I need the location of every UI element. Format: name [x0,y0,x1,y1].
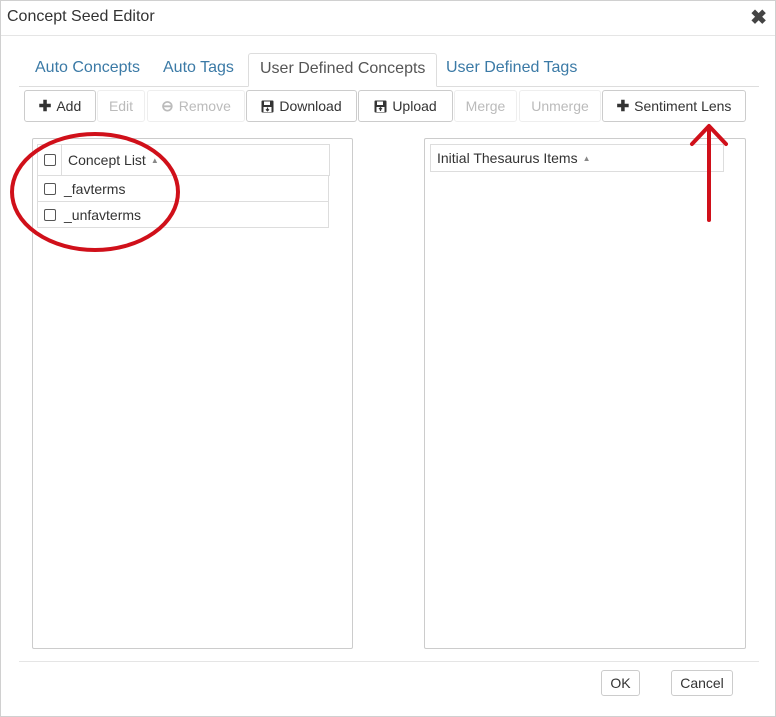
concept-seed-editor-dialog: Concept Seed Editor ✖ Auto Concepts Auto… [0,0,776,717]
upload-button-label: Upload [392,98,437,114]
sort-ascending-icon: ▲ [582,153,591,163]
merge-button[interactable]: Merge [454,90,517,122]
minus-circle-icon: ⊖ [161,98,174,115]
download-icon [261,100,274,113]
row-checkbox-cell [38,202,62,227]
tab-auto-concepts[interactable]: Auto Concepts [24,53,151,85]
upload-button[interactable]: Upload [358,90,453,122]
select-all-checkbox-cell [38,145,62,175]
tab-user-defined-concepts[interactable]: User Defined Concepts [248,53,438,87]
plus-icon: ✚ [38,98,52,115]
list-item[interactable]: _favterms [37,176,329,202]
concept-list-header[interactable]: Concept List ▲ [37,144,330,176]
ok-button[interactable]: OK [601,670,640,696]
tab-bar: Auto Concepts Auto Tags User Defined Con… [19,53,759,87]
row-checkbox[interactable] [44,182,56,195]
dialog-title: Concept Seed Editor [7,8,155,25]
edit-button-label: Edit [108,98,134,114]
title-bar: Concept Seed Editor ✖ [1,1,775,36]
concept-list-header-label: Concept List [68,152,146,168]
sentiment-lens-button-label: Sentiment Lens [634,98,732,114]
row-checkbox[interactable] [44,208,56,221]
merge-button-label: Merge [465,98,506,114]
tab-user-defined-tags[interactable]: User Defined Tags [435,53,588,85]
concept-label: _unfavterms [64,206,142,223]
tab-auto-tags[interactable]: Auto Tags [152,53,245,85]
edit-button[interactable]: Edit [97,90,145,122]
select-all-checkbox[interactable] [43,154,56,166]
download-button[interactable]: Download [246,90,357,122]
add-button-label: Add [56,98,82,114]
thesaurus-panel [424,138,746,649]
thesaurus-header-label: Initial Thesaurus Items [437,150,578,166]
unmerge-button[interactable]: Unmerge [519,90,601,122]
sentiment-lens-button[interactable]: ✚ Sentiment Lens [602,90,746,122]
concept-label: _favterms [64,180,126,197]
remove-button[interactable]: ⊖ Remove [147,90,245,122]
plus-icon: ✚ [616,98,630,115]
upload-icon [374,100,387,113]
sort-ascending-icon: ▲ [150,155,159,165]
cancel-button[interactable]: Cancel [671,670,733,696]
row-checkbox-cell [38,176,62,201]
thesaurus-header[interactable]: Initial Thesaurus Items ▲ [430,144,724,172]
list-item[interactable]: _unfavterms [37,202,329,228]
add-button[interactable]: ✚ Add [24,90,96,122]
remove-button-label: Remove [178,98,231,114]
footer-divider [19,661,759,662]
unmerge-button-label: Unmerge [531,98,589,114]
close-icon[interactable]: ✖ [750,5,767,30]
download-button-label: Download [279,98,342,114]
